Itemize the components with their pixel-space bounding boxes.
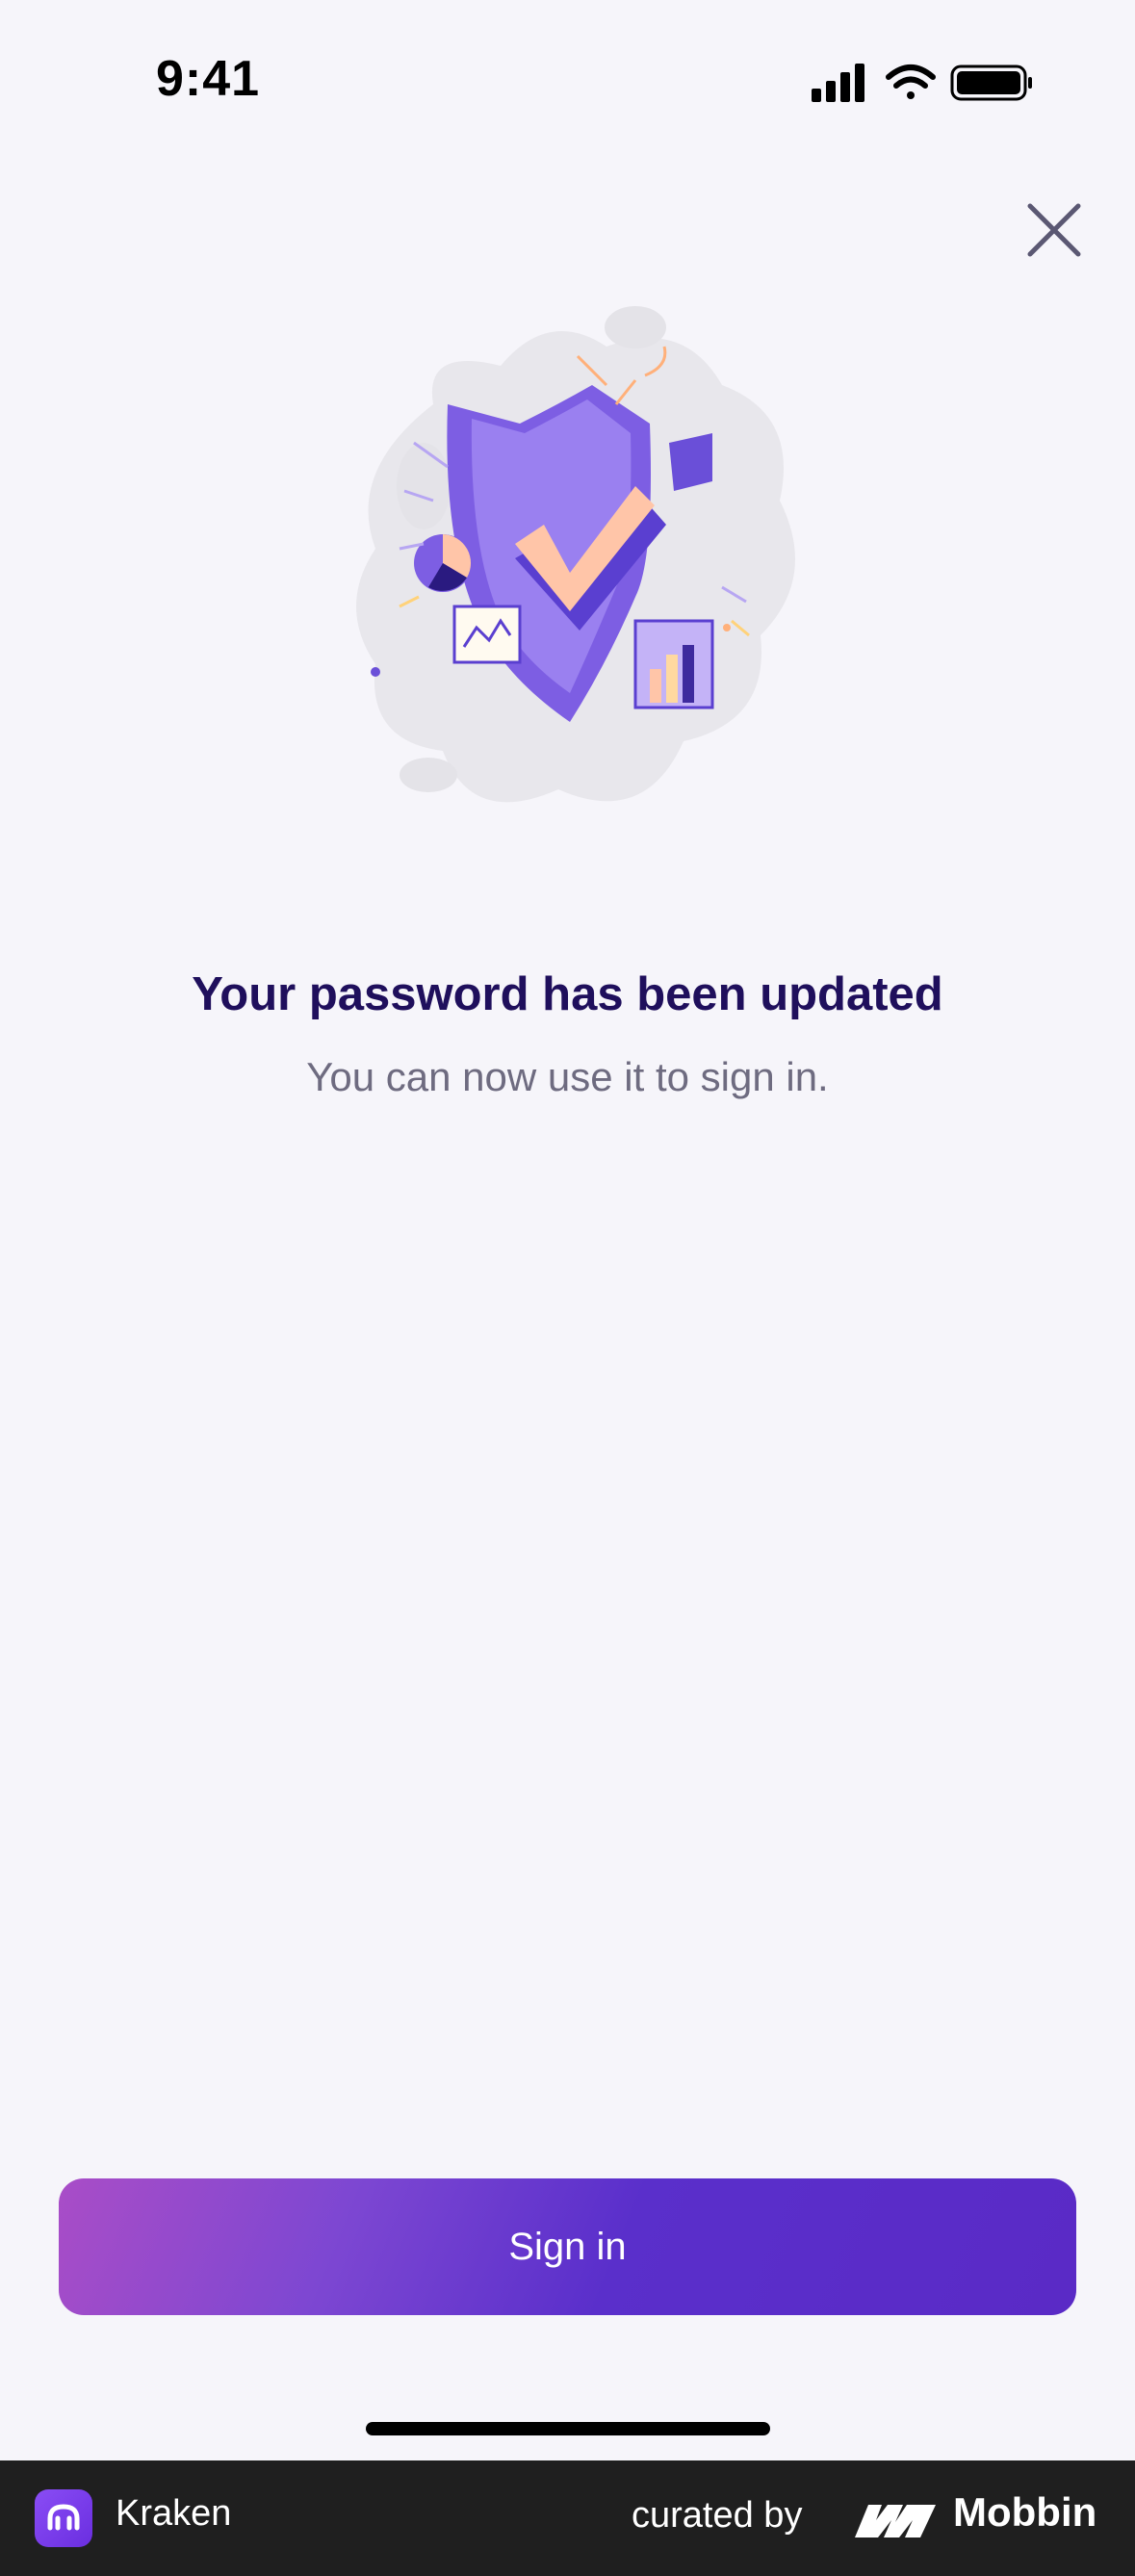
battery-icon [950,64,1032,101]
mobbin-brand: Mobbin [953,2489,1097,2535]
status-icons [812,64,1032,102]
signal-icon [812,64,864,102]
page-subtitle: You can now use it to sign in. [306,1054,829,1099]
close-icon[interactable] [1020,196,1088,264]
status-time: 9:41 [156,51,261,107]
status-bar: 9:41 [0,0,1135,164]
security-shield-illustration [356,306,795,803]
curated-by-label: curated by [632,2495,803,2536]
wifi-icon [886,64,936,99]
mobbin-logo [855,2505,936,2537]
app-name: Kraken [116,2493,232,2534]
page-title: Your password has been updated [192,968,943,1020]
home-indicator [366,2422,770,2435]
sign-in-button[interactable]: Sign in [59,2178,1076,2315]
kraken-logo [35,2489,92,2547]
footer-bar: Kraken curated by Mobbin [0,2460,1135,2576]
